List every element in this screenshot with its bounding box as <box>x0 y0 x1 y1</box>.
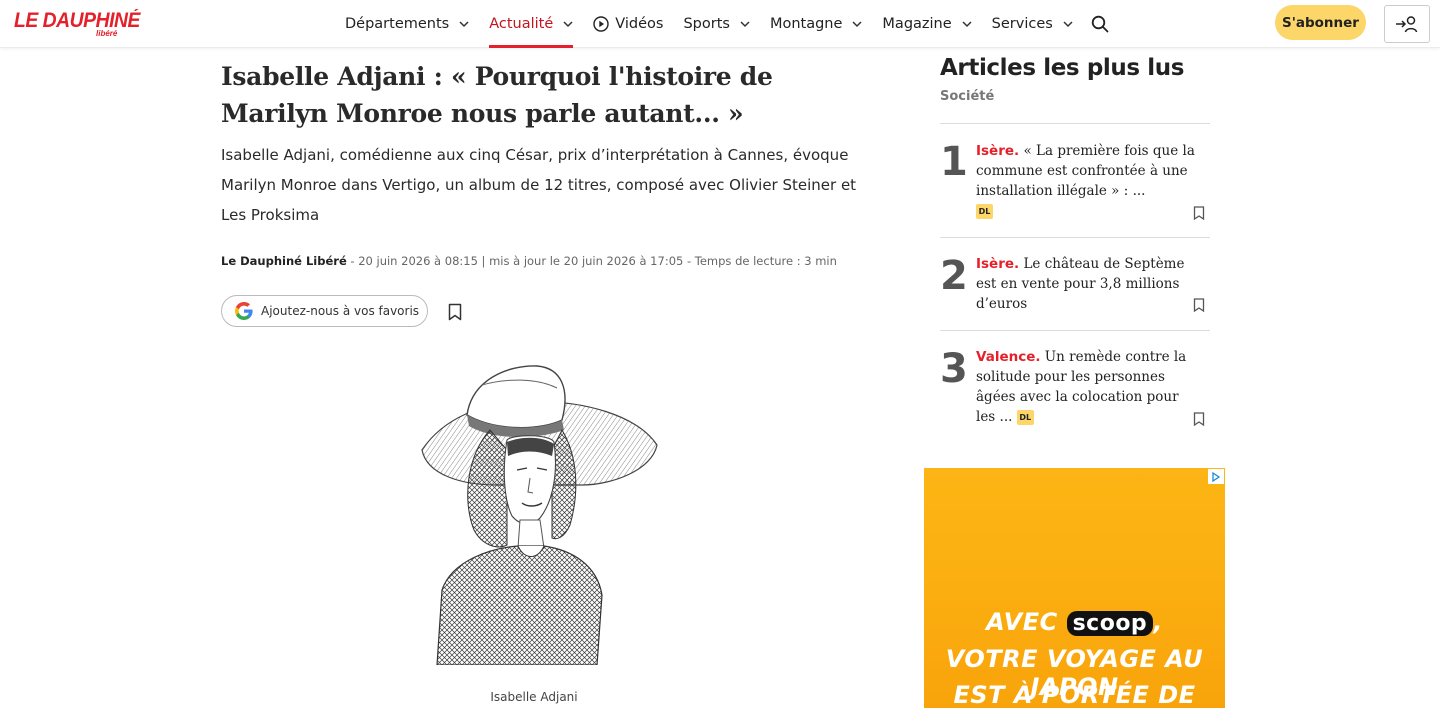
nav-label: Départements <box>345 16 450 32</box>
nav-item-videos[interactable]: Vidéos <box>593 0 663 48</box>
play-icon <box>593 16 609 32</box>
rank-city: Isère. <box>976 256 1020 272</box>
nav-label: Montagne <box>769 16 843 32</box>
search-icon[interactable] <box>1091 15 1109 33</box>
list-item[interactable]: 3 Valence. Un remède contre la solitude … <box>940 330 1210 440</box>
user-login-icon <box>1396 16 1418 33</box>
dl-badge: DL <box>1016 410 1034 425</box>
bookmark-icon[interactable] <box>448 303 462 321</box>
chevron-down-icon <box>563 21 573 28</box>
nav-label: Services <box>991 16 1053 32</box>
ad-brand-logo: scoop <box>1066 611 1154 636</box>
logo-subtitle: libéré <box>96 29 118 38</box>
nav-label: Magazine <box>882 16 952 32</box>
chevron-down-icon <box>740 21 750 28</box>
rank-number: 3 <box>940 346 968 392</box>
nav-label: Actualité <box>489 16 554 32</box>
list-item[interactable]: 2 Isère. Le château de Septème est en ve… <box>940 237 1210 330</box>
nav-label: Vidéos <box>615 16 664 32</box>
article-title: Isabelle Adjani : « Pourquoi l'histoire … <box>221 62 773 128</box>
ad-headline-line3: EST À PORTÉE DE CLIC! <box>953 681 1196 708</box>
rank-headline[interactable]: Isère. « La première fois que la commune… <box>976 141 1198 221</box>
nav-item-montagne[interactable]: Montagne <box>770 0 862 48</box>
article-photo <box>421 365 658 665</box>
google-logo-icon <box>235 302 253 320</box>
chevron-down-icon <box>1063 21 1073 28</box>
site-header: LE DAUPHINÉ libéré Départements Actualit… <box>0 0 1440 48</box>
rank-number: 1 <box>940 139 968 185</box>
article-lead: Isabelle Adjani, comédienne aux cinq Cés… <box>221 146 857 224</box>
most-read-list: 1 Isère. « La première fois que la commu… <box>940 123 1210 440</box>
add-to-favorites-button[interactable]: Ajoutez-nous à vos favoris <box>221 295 428 327</box>
logo-wordmark: LE DAUPHINÉ <box>14 9 140 32</box>
nav-item-services[interactable]: Services <box>992 0 1073 48</box>
ad-text-avec: AVEC <box>986 608 1058 636</box>
rank-headline[interactable]: Valence. Un remède contre la solitude po… <box>976 347 1198 427</box>
add-to-favorites-label: Ajoutez-nous à vos favoris <box>261 304 420 318</box>
chevron-down-icon <box>459 21 469 28</box>
login-button[interactable] <box>1384 5 1430 43</box>
rank-city: Valence. <box>976 349 1041 365</box>
bookmark-icon[interactable] <box>1193 298 1205 312</box>
article-dates: - 20 juin 2026 à 08:15 | mis à jour le 2… <box>346 254 837 268</box>
ad-headline-line1: AVEC scoop, <box>924 608 1225 636</box>
list-item[interactable]: 1 Isère. « La première fois que la commu… <box>940 123 1210 237</box>
nav-item-sports[interactable]: Sports <box>683 0 750 48</box>
chevron-down-icon <box>852 21 862 28</box>
advertisement-banner[interactable]: AVEC scoop, VOTRE VOYAGE AU JAPON EST À … <box>924 468 1225 708</box>
article-meta: Le Dauphiné Libéré - 20 juin 2026 à 08:1… <box>221 254 837 268</box>
ad-comma: , <box>1153 608 1163 636</box>
site-logo[interactable]: LE DAUPHINÉ libéré <box>14 9 151 39</box>
nav-item-actualite[interactable]: Actualité <box>489 0 574 48</box>
main-nav: Départements Actualité Vidéos Sports Mon… <box>345 0 1093 48</box>
chevron-down-icon <box>962 21 972 28</box>
nav-item-magazine[interactable]: Magazine <box>882 0 972 48</box>
ad-choices-icon[interactable] <box>1208 469 1224 484</box>
dl-badge: DL <box>976 204 993 219</box>
rank-headline[interactable]: Isère. Le château de Septème est en vent… <box>976 254 1198 314</box>
most-read-category: Société <box>940 89 995 104</box>
bookmark-icon[interactable] <box>1193 206 1205 220</box>
article-author[interactable]: Le Dauphiné Libéré <box>221 254 347 268</box>
bookmark-icon[interactable] <box>1193 412 1205 426</box>
nav-item-departements[interactable]: Départements <box>345 0 469 48</box>
photo-caption: Isabelle Adjani <box>490 690 578 704</box>
nav-label: Sports <box>683 16 730 32</box>
rank-number: 2 <box>940 253 968 299</box>
subscribe-button[interactable]: S'abonner <box>1275 5 1366 40</box>
most-read-title: Articles les plus lus <box>940 55 1184 81</box>
rank-city: Isère. <box>976 143 1020 159</box>
